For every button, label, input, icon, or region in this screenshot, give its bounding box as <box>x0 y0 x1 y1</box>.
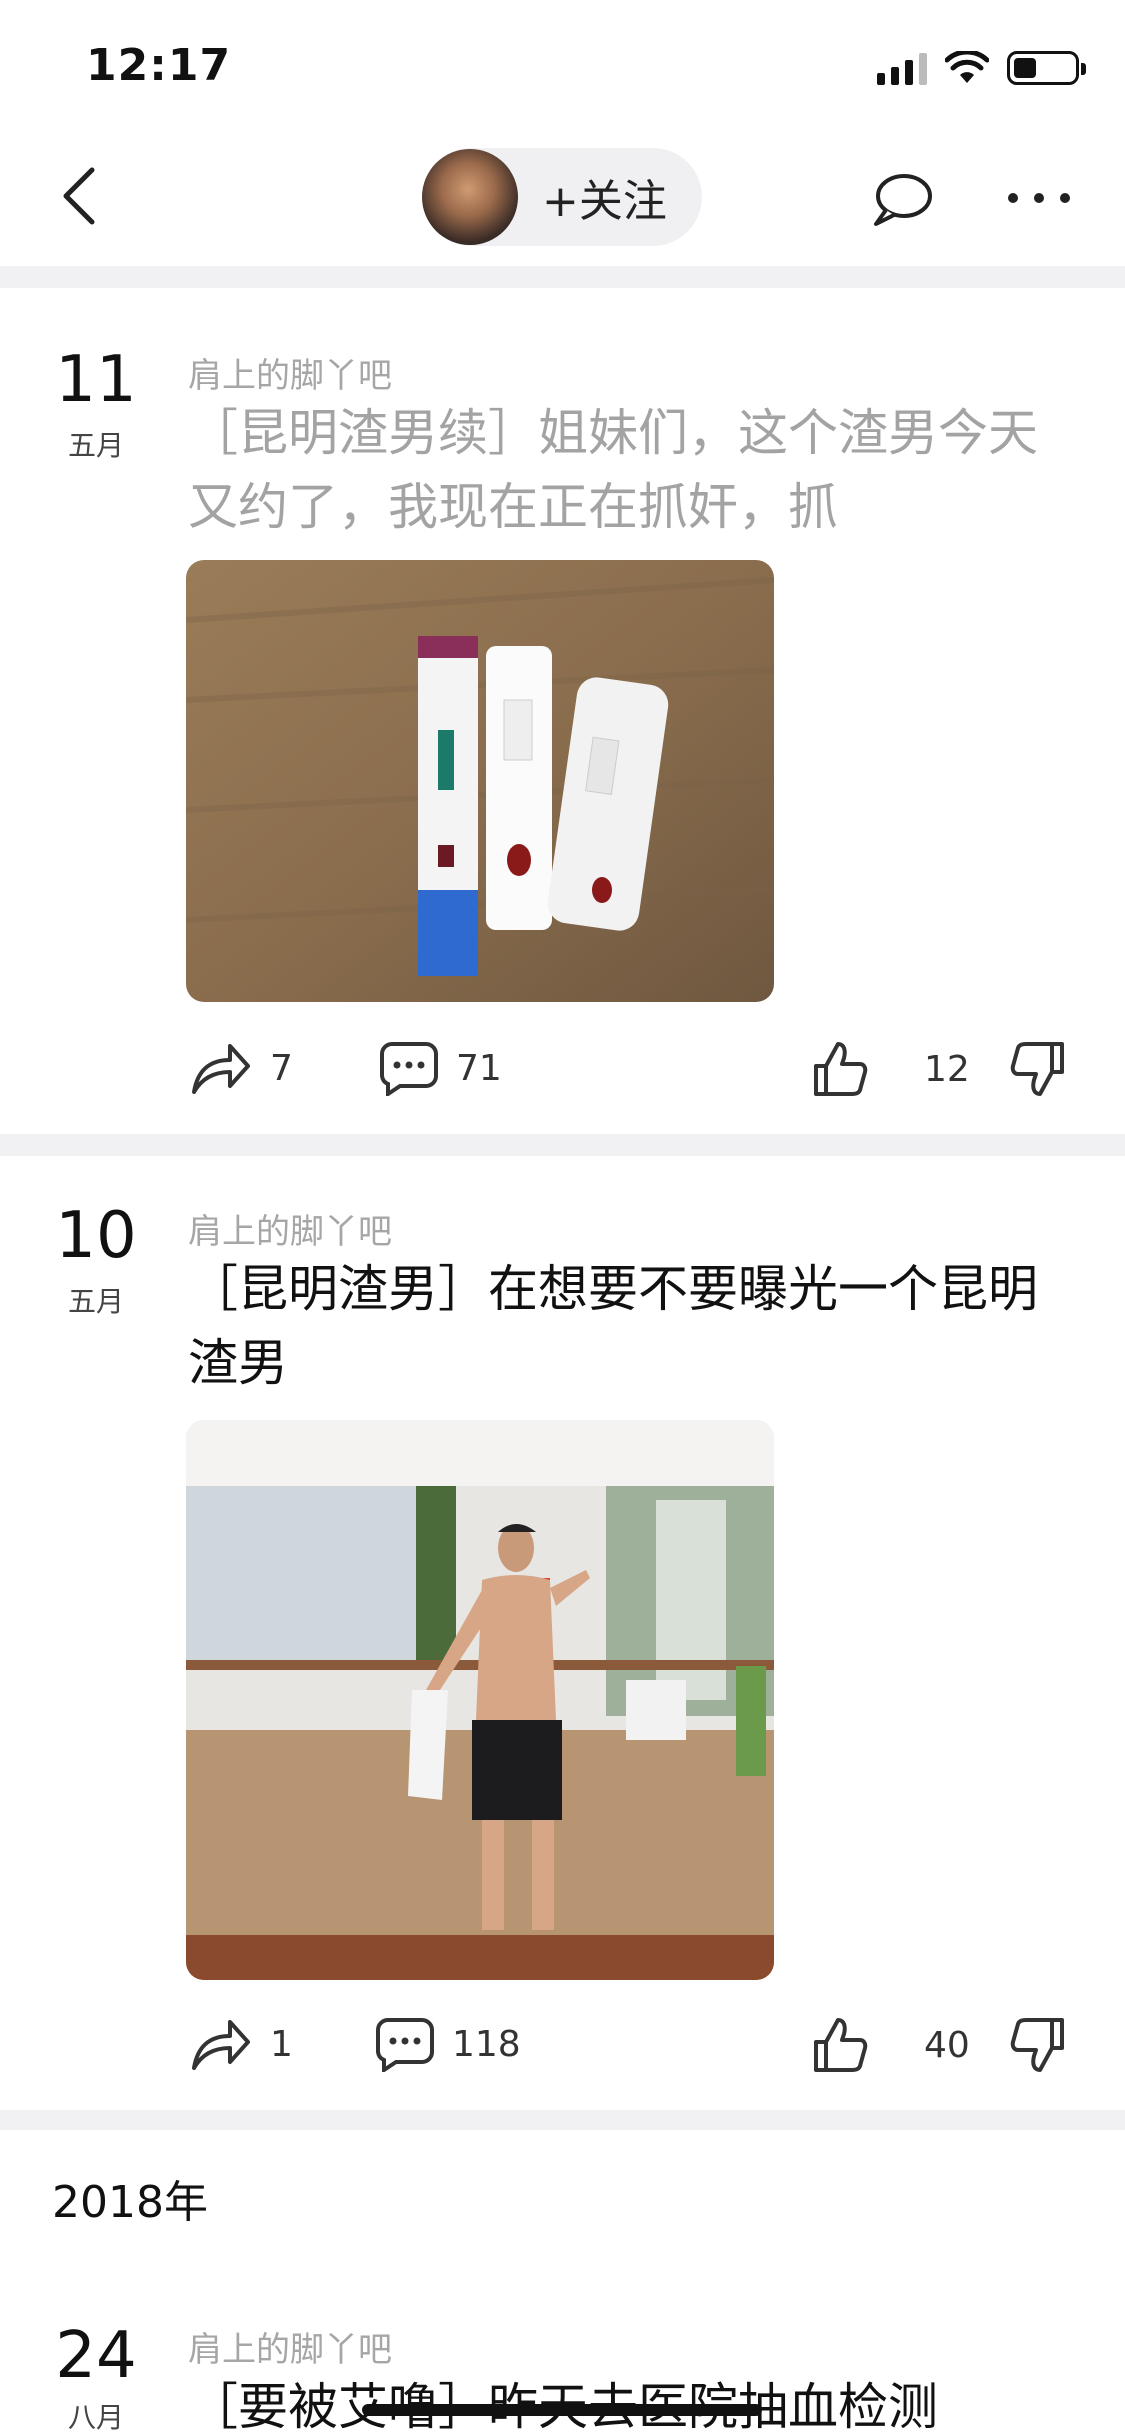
post-card[interactable]: 10 五月 肩上的脚丫吧 ［昆明渣男］在想要不要曝光一个昆明渣男 1 118 4… <box>0 1156 1125 2110</box>
share-icon <box>192 2020 250 2070</box>
post-card[interactable]: 11 五月 肩上的脚丫吧 ［昆明渣男续］姐妹们，这个渣男今天又约了，我现在正在抓… <box>0 288 1125 1134</box>
comment-button[interactable]: 118 <box>376 2016 521 2072</box>
share-count: 7 <box>270 1047 293 1089</box>
post-title[interactable]: ［昆明渣男续］姐妹们，这个渣男今天又约了，我现在正在抓奸，抓 <box>188 396 1078 544</box>
comment-count: 118 <box>452 2023 521 2065</box>
post-title[interactable]: ［要被艾噜］昨天去医院抽血检测 <box>188 2370 1078 2436</box>
post-date-day: 10 <box>55 1199 137 1273</box>
share-button[interactable]: 1 <box>190 2016 293 2072</box>
year-label: 2018年 <box>52 2177 208 2228</box>
status-bar: 12:17 <box>0 0 1125 130</box>
follow-label: +关注 <box>542 176 667 227</box>
like-count: 40 <box>924 2024 970 2066</box>
gym-selfie-photo-icon <box>186 1420 774 1980</box>
share-count: 1 <box>270 2023 293 2065</box>
thumbs-up-icon <box>814 2018 868 2072</box>
share-icon <box>192 1044 250 1094</box>
share-button[interactable]: 7 <box>190 1040 293 1096</box>
back-icon[interactable] <box>52 166 112 226</box>
section-divider <box>0 1134 1125 1156</box>
chat-icon[interactable] <box>868 170 934 230</box>
cellular-signal-icon <box>877 51 927 85</box>
post-actions: 7 71 12 <box>0 1040 1125 1120</box>
comment-icon <box>380 1042 438 1096</box>
post-date-month: 五月 <box>67 429 124 462</box>
like-button[interactable]: 12 <box>812 1040 970 1098</box>
follow-button[interactable]: +关注 <box>422 148 702 246</box>
comment-count: 71 <box>456 1047 502 1089</box>
dislike-button[interactable] <box>1010 1040 1066 1098</box>
status-time: 12:17 <box>86 40 232 91</box>
post-date-month: 五月 <box>67 1285 124 1318</box>
battery-icon <box>1007 51 1086 85</box>
comment-button[interactable]: 71 <box>380 1040 502 1096</box>
post-forum-name[interactable]: 肩上的脚丫吧 <box>188 348 392 397</box>
post-title[interactable]: ［昆明渣男］在想要不要曝光一个昆明渣男 <box>188 1252 1078 1400</box>
post-actions: 1 118 40 <box>0 2016 1125 2096</box>
more-icon[interactable] <box>1008 188 1070 208</box>
post-date-day: 11 <box>55 343 137 417</box>
avatar[interactable] <box>422 149 518 245</box>
wifi-icon <box>945 51 989 83</box>
post-image[interactable] <box>186 560 774 1002</box>
dislike-button[interactable] <box>1010 2016 1066 2074</box>
section-divider <box>0 266 1125 288</box>
section-divider <box>0 2110 1125 2130</box>
post-image[interactable] <box>186 1420 774 1980</box>
post-date-day: 24 <box>55 2319 137 2393</box>
thumbs-down-icon <box>1010 2018 1064 2072</box>
like-count: 12 <box>924 1048 970 1090</box>
home-indicator <box>362 2404 762 2416</box>
nav-bar: +关注 <box>0 130 1125 265</box>
post-forum-name[interactable]: 肩上的脚丫吧 <box>188 2322 392 2371</box>
thumbs-up-icon <box>814 1042 868 1096</box>
pregnancy-test-photo-icon <box>186 560 774 1002</box>
status-icons <box>877 48 1086 88</box>
post-date-month: 八月 <box>67 2401 124 2434</box>
thumbs-down-icon <box>1010 1042 1064 1096</box>
like-button[interactable]: 40 <box>812 2016 970 2074</box>
comment-icon <box>376 2018 434 2072</box>
post-forum-name[interactable]: 肩上的脚丫吧 <box>188 1204 392 1253</box>
